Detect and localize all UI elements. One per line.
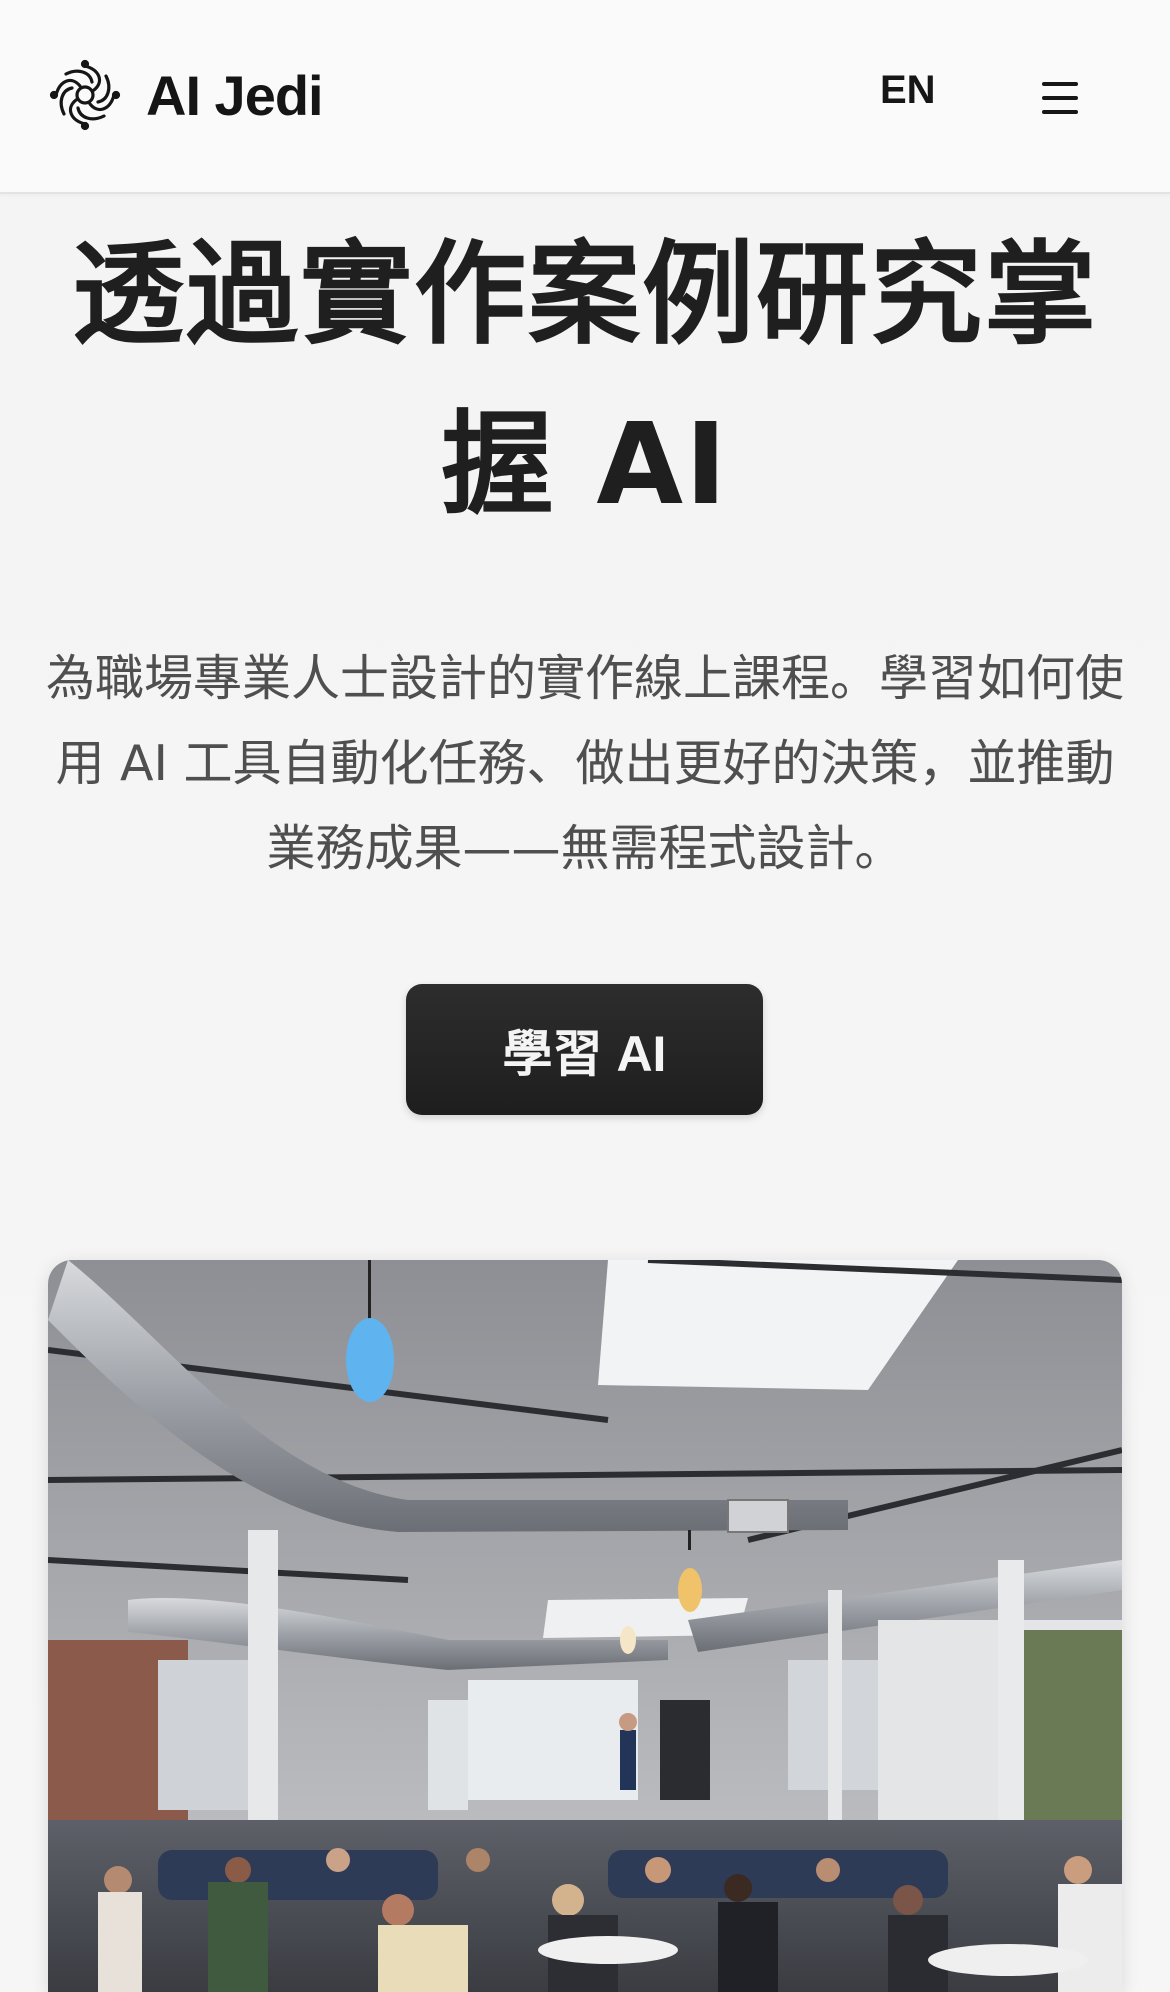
brand-name: AI Jedi — [146, 63, 324, 127]
hero-title: 透過實作案例研究掌握 AI — [72, 230, 1098, 530]
hamburger-menu-button[interactable] — [1030, 70, 1090, 126]
home-logo-link[interactable]: AI Jedi — [48, 58, 324, 132]
language-switcher[interactable]: EN — [880, 68, 936, 113]
swirl-logo-icon — [48, 58, 122, 132]
top-navigation-bar: AI Jedi EN — [0, 0, 1170, 194]
classroom-event-photo — [48, 1260, 1122, 1992]
page: AI Jedi EN 透過實作案例研究掌握 AI 為職場專業人士設計的實作線上課… — [0, 0, 1170, 1992]
hero-subtitle: 為職場專業人士設計的實作線上課程。學習如何使用 AI 工具自動化任務、做出更好的… — [45, 650, 1124, 877]
learn-ai-button[interactable]: 學習 AI — [406, 984, 763, 1115]
hamburger-menu-icon — [1030, 70, 1090, 126]
